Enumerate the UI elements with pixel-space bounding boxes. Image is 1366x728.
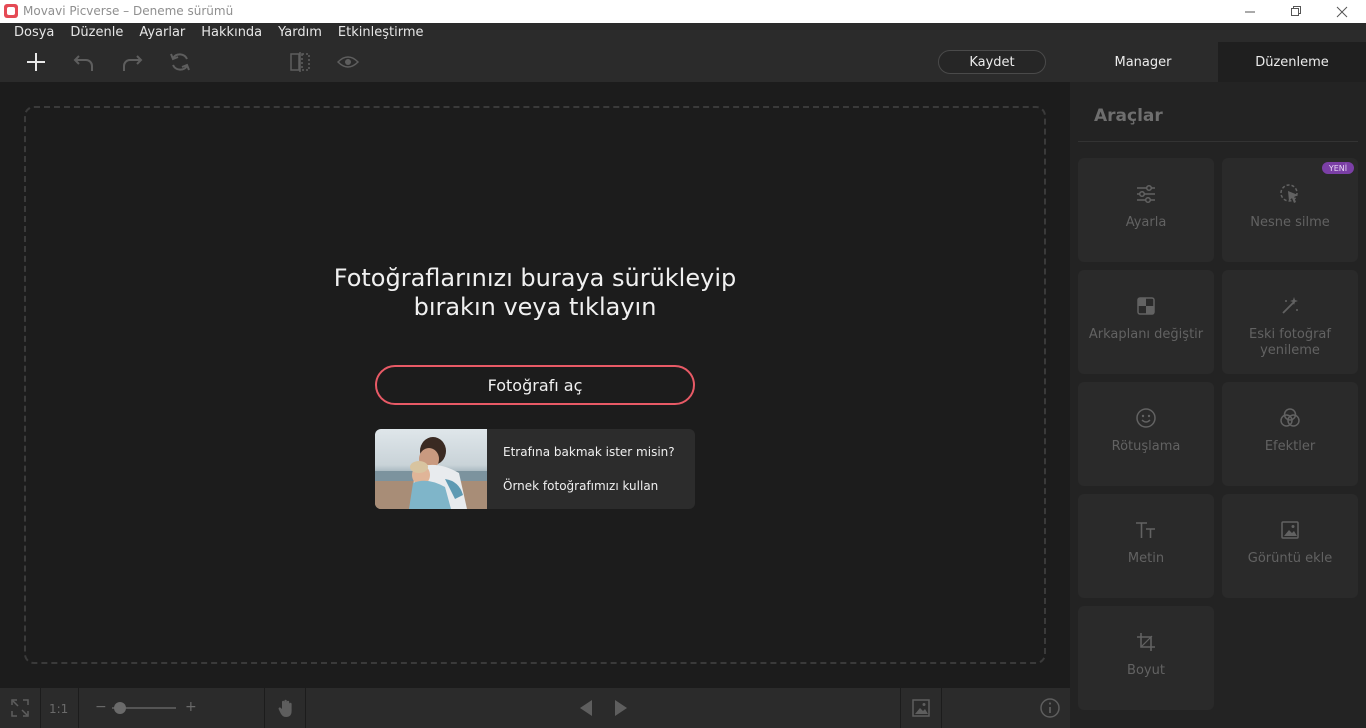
magic-wand-icon	[1278, 294, 1302, 318]
tool-label: Ayarla	[1125, 215, 1167, 230]
statusbar-divider	[264, 688, 265, 728]
menu-duzenle[interactable]: Düzenle	[62, 25, 131, 40]
tool-label: Arkaplanı değiştir	[1088, 327, 1204, 342]
zoom-out-button[interactable]: −	[95, 699, 107, 715]
statusbar-divider	[900, 688, 901, 728]
info-icon[interactable]	[1038, 696, 1062, 720]
tool-resize[interactable]: Boyut	[1078, 606, 1214, 710]
zoom-slider-handle[interactable]	[114, 702, 126, 714]
minimize-icon	[1244, 11, 1255, 13]
statusbar-divider	[78, 688, 79, 728]
tool-text[interactable]: Metin	[1078, 494, 1214, 598]
tool-label: Görüntü ekle	[1247, 551, 1333, 566]
background-icon	[1134, 294, 1158, 318]
tool-label: Metin	[1127, 551, 1165, 566]
reset-icon[interactable]	[168, 50, 192, 74]
preview-eye-icon[interactable]	[336, 50, 360, 74]
sliders-icon	[1134, 182, 1158, 206]
open-photo-button[interactable]: Fotoğrafı aç	[375, 365, 695, 405]
effects-icon	[1278, 406, 1302, 430]
sample-photo-card[interactable]: Etrafına bakmak ister misin? Örnek fotoğ…	[375, 429, 695, 509]
menu-bar: Dosya Düzenle Ayarlar Hakkında Yardım Et…	[0, 23, 1366, 42]
menu-etkinlestirme[interactable]: Etkinleştirme	[330, 25, 432, 40]
statusbar-divider	[40, 688, 41, 728]
save-button[interactable]: Kaydet	[938, 50, 1046, 74]
menu-hakkinda[interactable]: Hakkında	[193, 25, 270, 40]
zoom-in-button[interactable]: +	[185, 699, 197, 715]
close-icon	[1336, 6, 1348, 17]
canvas-area: Fotoğraflarınızı buraya sürükleyip bırak…	[0, 82, 1070, 688]
tool-adjust[interactable]: Ayarla	[1078, 158, 1214, 262]
tab-manager[interactable]: Manager	[1069, 42, 1217, 82]
statusbar-divider	[305, 688, 306, 728]
tool-restore-old-photo[interactable]: Eski fotoğraf yenileme	[1222, 270, 1358, 374]
app-logo-icon	[4, 4, 18, 18]
statusbar-divider	[941, 688, 942, 728]
crop-icon	[1134, 630, 1158, 654]
sample-photo-thumbnail	[375, 429, 487, 509]
drop-text-line2: bırakın veya tıklayın	[413, 293, 657, 321]
next-photo-icon[interactable]	[609, 696, 633, 720]
tools-title: Araçlar	[1094, 106, 1163, 126]
tab-duzenleme[interactable]: Düzenleme	[1218, 42, 1366, 82]
sample-question-text: Etrafına bakmak ister misin?	[503, 445, 675, 459]
tool-label: Boyut	[1127, 663, 1165, 678]
undo-icon[interactable]	[72, 50, 96, 74]
add-image-icon	[1278, 518, 1302, 542]
fit-screen-icon[interactable]	[8, 696, 32, 720]
sample-use-link[interactable]: Örnek fotoğrafımızı kullan	[503, 479, 658, 493]
face-icon	[1134, 406, 1158, 430]
object-remove-icon	[1278, 182, 1302, 206]
menu-dosya[interactable]: Dosya	[6, 25, 62, 40]
drop-text-line1: Fotoğraflarınızı buraya sürükleyip	[333, 264, 737, 292]
window-title: Movavi Picverse – Deneme sürümü	[23, 4, 234, 18]
tool-label: Efektler	[1264, 439, 1316, 454]
new-badge: YENİ	[1322, 162, 1354, 174]
tool-add-image[interactable]: Görüntü ekle	[1222, 494, 1358, 598]
menu-yardim[interactable]: Yardım	[270, 25, 330, 40]
image-gallery-icon[interactable]	[909, 696, 933, 720]
compare-icon[interactable]	[288, 50, 312, 74]
close-button[interactable]	[1319, 0, 1365, 23]
tool-background[interactable]: Arkaplanı değiştir	[1078, 270, 1214, 374]
tool-label: Eski fotoğraf yenileme	[1249, 327, 1331, 358]
tool-label: Nesne silme	[1250, 215, 1330, 230]
menu-ayarlar[interactable]: Ayarlar	[131, 25, 193, 40]
redo-icon[interactable]	[120, 50, 144, 74]
text-icon	[1134, 518, 1158, 542]
dropzone-instructions: Fotoğraflarınızı buraya sürükleyip bırak…	[0, 264, 1070, 322]
minimize-button[interactable]	[1227, 0, 1273, 23]
hand-pan-icon[interactable]	[274, 696, 298, 720]
zoom-ratio-button[interactable]: 1:1	[49, 702, 68, 716]
tool-retouch[interactable]: Rötuşlama	[1078, 382, 1214, 486]
restore-icon	[1290, 6, 1301, 16]
previous-photo-icon[interactable]	[574, 696, 598, 720]
restore-button[interactable]	[1273, 0, 1319, 23]
sidebar-divider	[1078, 141, 1358, 142]
tool-effects[interactable]: Efektler	[1222, 382, 1358, 486]
add-icon[interactable]	[24, 50, 48, 74]
tool-label: Rötuşlama	[1111, 439, 1181, 454]
title-bar: Movavi Picverse – Deneme sürümü	[0, 0, 1366, 23]
